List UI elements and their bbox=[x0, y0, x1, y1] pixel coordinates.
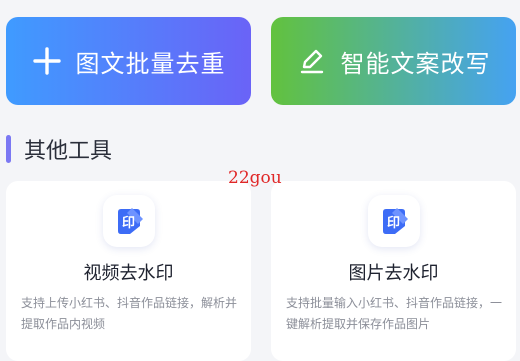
section-title: 其他工具 bbox=[24, 139, 113, 164]
plus-icon bbox=[32, 46, 62, 76]
video-watermark-removal-card[interactable]: 印 视频去水印 支持上传小红书、抖音作品链接，解析并提取作品内视频 bbox=[6, 181, 251, 361]
svg-text:印: 印 bbox=[122, 216, 135, 231]
svg-text:印: 印 bbox=[387, 216, 400, 231]
card-description: 支持上传小红书、抖音作品链接，解析并提取作品内视频 bbox=[21, 296, 238, 331]
watermark-text: 22gou bbox=[228, 168, 282, 188]
pen-edit-icon bbox=[297, 46, 327, 76]
stamp-icon: 印 bbox=[102, 195, 155, 247]
batch-dedup-label: 图文批量去重 bbox=[75, 49, 226, 78]
smart-rewrite-button[interactable]: 智能文案改写 bbox=[271, 17, 516, 105]
section-accent-bar bbox=[6, 135, 11, 163]
card-description: 支持批量输入小红书、抖音作品链接，一键解析提取并保存作品图片 bbox=[286, 296, 503, 331]
smart-rewrite-label: 智能文案改写 bbox=[340, 49, 491, 78]
stamp-icon: 印 bbox=[367, 195, 420, 247]
card-title: 图片去水印 bbox=[348, 263, 439, 284]
batch-dedup-button[interactable]: 图文批量去重 bbox=[6, 17, 251, 105]
card-title: 视频去水印 bbox=[83, 263, 174, 284]
section-header: 其他工具 bbox=[6, 133, 112, 165]
image-watermark-removal-card[interactable]: 印 图片去水印 支持批量输入小红书、抖音作品链接，一键解析提取并保存作品图片 bbox=[271, 181, 516, 361]
